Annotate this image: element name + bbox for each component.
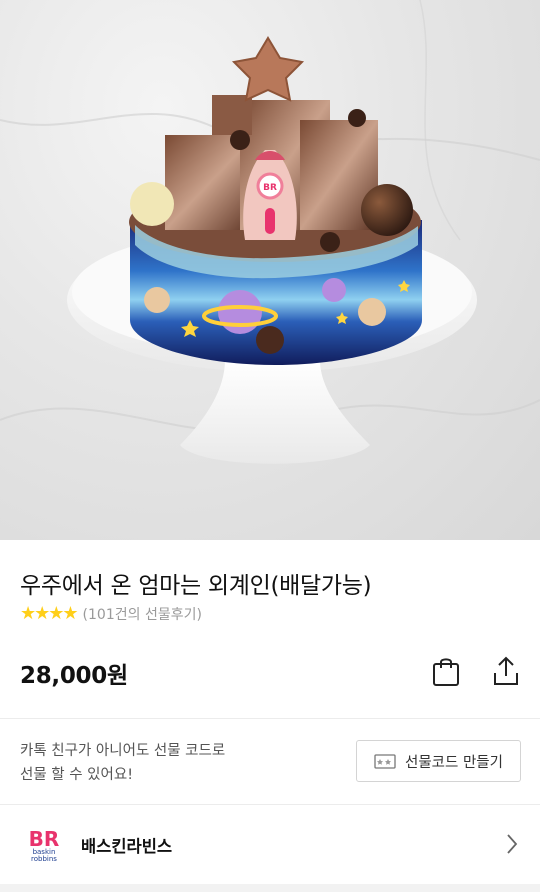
brand-logo: BR baskin robbins bbox=[29, 827, 60, 863]
gift-note-line: 카톡 친구가 아니어도 선물 코드로 bbox=[20, 743, 226, 759]
gift-code-note: 카톡 친구가 아니어도 선물 코드로 선물 할 수 있어요! bbox=[20, 739, 320, 787]
gift-note-line: 선물 할 수 있어요! bbox=[20, 767, 134, 783]
divider bbox=[0, 718, 540, 719]
product-image: BR bbox=[0, 0, 540, 540]
share-icon bbox=[494, 656, 518, 685]
product-price: 28,000원 bbox=[20, 663, 128, 689]
rating-stars: ★★★★ bbox=[20, 603, 79, 624]
create-gift-code-button[interactable]: 선물코드 만들기 bbox=[356, 740, 521, 782]
svg-text:BR: BR bbox=[263, 183, 277, 193]
share-button[interactable] bbox=[489, 654, 523, 688]
ticket-icon bbox=[374, 753, 396, 769]
svg-text:robbins: robbins bbox=[31, 855, 57, 863]
divider bbox=[0, 804, 540, 805]
create-gift-code-label: 선물코드 만들기 bbox=[405, 754, 503, 771]
brand-name: 배스킨라빈스 bbox=[81, 837, 173, 856]
shopping-bag-icon bbox=[433, 658, 459, 686]
review-count-link[interactable]: (101건의 선물후기) bbox=[83, 604, 202, 624]
chevron-right-icon bbox=[507, 834, 518, 854]
product-title: 우주에서 온 엄마는 외계인(배달가능) bbox=[20, 573, 372, 599]
section-spacer bbox=[0, 884, 540, 892]
rating-row[interactable]: ★★★★ (101건의 선물후기) bbox=[20, 603, 202, 624]
brand-row[interactable]: BR baskin robbins 배스킨라빈스 bbox=[0, 806, 540, 884]
wishlist-bag-button[interactable] bbox=[429, 654, 463, 688]
